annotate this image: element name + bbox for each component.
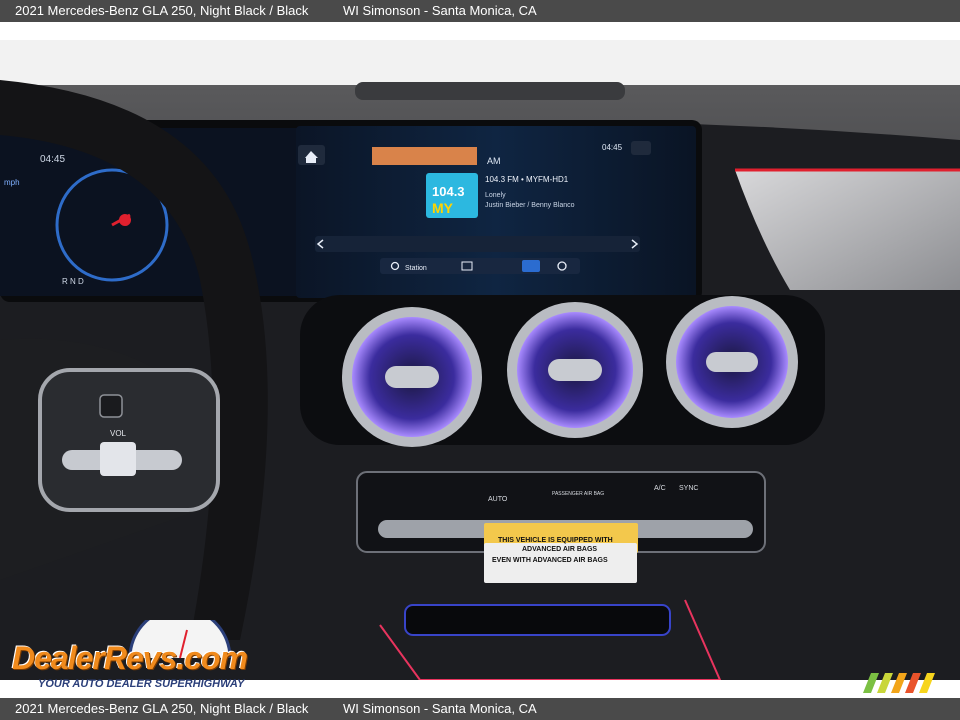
interior-photo: 04:45 mph R N D AM 04:45 104.3 MY 104.3 …: [0, 40, 960, 680]
tach-hub: [119, 214, 131, 226]
message-button[interactable]: [631, 141, 651, 155]
band-label: AM: [487, 156, 501, 166]
header-bar: 2021 Mercedes-Benz GLA 250, Night Black …: [0, 0, 960, 22]
dashboard-scene: 04:45 mph R N D AM 04:45 104.3 MY 104.3 …: [0, 40, 960, 680]
climate-ac[interactable]: A/C: [654, 485, 666, 492]
airbag-line1: THIS VEHICLE IS EQUIPPED WITH: [498, 537, 613, 544]
station-logo-number: 104.3: [432, 184, 465, 199]
climate-auto[interactable]: AUTO: [488, 496, 508, 503]
footer-bar: 2021 Mercedes-Benz GLA 250, Night Black …: [0, 698, 960, 720]
brand-stripes-icon: [863, 673, 935, 693]
wheel-control-pad: [38, 368, 220, 512]
artist-name: Justin Bieber / Benny Blanco: [485, 202, 575, 209]
airbag-line2: ADVANCED AIR BAGS: [522, 546, 597, 553]
watermark-tagline: YOUR AUTO DEALER SUPERHIGHWAY: [38, 678, 245, 690]
station-logo-text: MY: [432, 200, 454, 216]
album-strip: [372, 147, 477, 165]
wheel-touch-button[interactable]: [99, 394, 123, 418]
station-line: 104.3 FM • MYFM-HD1: [485, 175, 569, 184]
vent-right-knob[interactable]: [706, 352, 758, 372]
airbag-line3: EVEN WITH ADVANCED AIR BAGS: [492, 557, 608, 564]
defrost-vent: [355, 82, 625, 100]
song-title: Lonely: [485, 192, 506, 199]
dealerrevs-watermark: DealerRevs.com YOUR AUTO DEALER SUPERHIG…: [10, 620, 270, 694]
console-tray: [404, 604, 671, 636]
climate-sync[interactable]: SYNC: [679, 485, 698, 492]
cluster-clock: 04:45: [40, 154, 65, 165]
screen-clock: 04:45: [602, 143, 623, 152]
preset-bar[interactable]: [315, 236, 640, 252]
wheel-vol-button[interactable]: [100, 442, 136, 476]
climate-passenger-airbag: PASSENGER AIR BAG: [552, 491, 604, 497]
vent-left-knob[interactable]: [385, 366, 439, 388]
vent-center-knob[interactable]: [548, 359, 602, 381]
watermark-brand: DealerRevs.com: [12, 640, 248, 676]
footer-dealer-location: WI Simonson - Santa Monica, CA: [343, 701, 537, 716]
footer-vehicle-title: 2021 Mercedes-Benz GLA 250, Night Black …: [15, 701, 309, 716]
volume-icon[interactable]: [522, 260, 540, 272]
cluster-unit: mph: [4, 178, 20, 187]
dealer-location: WI Simonson - Santa Monica, CA: [343, 3, 537, 18]
wheel-vol-label: VOL: [110, 429, 127, 438]
vehicle-title: 2021 Mercedes-Benz GLA 250, Night Black …: [15, 3, 309, 18]
cluster-gear-letters: R N D: [62, 277, 84, 286]
station-button[interactable]: Station: [405, 265, 427, 272]
